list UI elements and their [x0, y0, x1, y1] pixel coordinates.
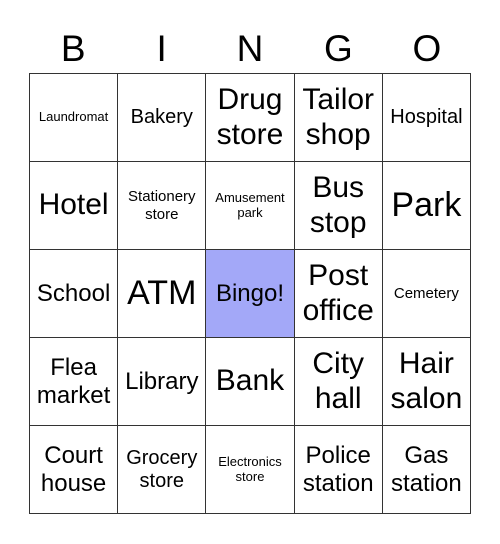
bingo-cell[interactable]: Gas station [382, 426, 471, 514]
bingo-cell[interactable]: Hotel [30, 162, 119, 250]
header-letter-g: G [324, 28, 353, 69]
bingo-cell[interactable]: Grocery store [118, 426, 207, 514]
header-letter-o: O [412, 28, 442, 69]
bingo-cell[interactable]: Flea market [30, 338, 119, 426]
bingo-cell[interactable]: Stationery store [118, 162, 207, 250]
bingo-cell[interactable]: Tailor shop [294, 74, 383, 162]
bingo-cell[interactable]: Police station [294, 426, 383, 514]
bingo-cell[interactable]: ATM [118, 250, 207, 338]
bingo-cell[interactable]: Post office [294, 250, 383, 338]
bingo-cell[interactable]: Library [118, 338, 207, 426]
bingo-grid: Laundromat Bakery Drug store Tailor shop… [29, 73, 471, 514]
bingo-cell[interactable]: Electronics store [206, 426, 295, 514]
bingo-cell[interactable]: Cemetery [382, 250, 471, 338]
free-space-cell[interactable]: Bingo! [206, 250, 295, 338]
bingo-cell[interactable]: Amusement park [206, 162, 295, 250]
bingo-cell[interactable]: City hall [294, 338, 383, 426]
bingo-cell[interactable]: Hospital [382, 74, 471, 162]
header-letter-n: N [236, 28, 264, 69]
bingo-cell[interactable]: School [30, 250, 119, 338]
bingo-cell[interactable]: Bank [206, 338, 295, 426]
header-letter-b: B [60, 28, 86, 69]
bingo-cell[interactable]: Hair salon [382, 338, 471, 426]
bingo-cell[interactable]: Bakery [118, 74, 207, 162]
bingo-header: B I N G O [29, 26, 471, 72]
header-letter-i: I [156, 28, 167, 69]
bingo-cell[interactable]: Laundromat [30, 74, 119, 162]
bingo-cell[interactable]: Bus stop [294, 162, 383, 250]
bingo-cell[interactable]: Court house [30, 426, 119, 514]
bingo-cell[interactable]: Park [382, 162, 471, 250]
bingo-cell[interactable]: Drug store [206, 74, 295, 162]
